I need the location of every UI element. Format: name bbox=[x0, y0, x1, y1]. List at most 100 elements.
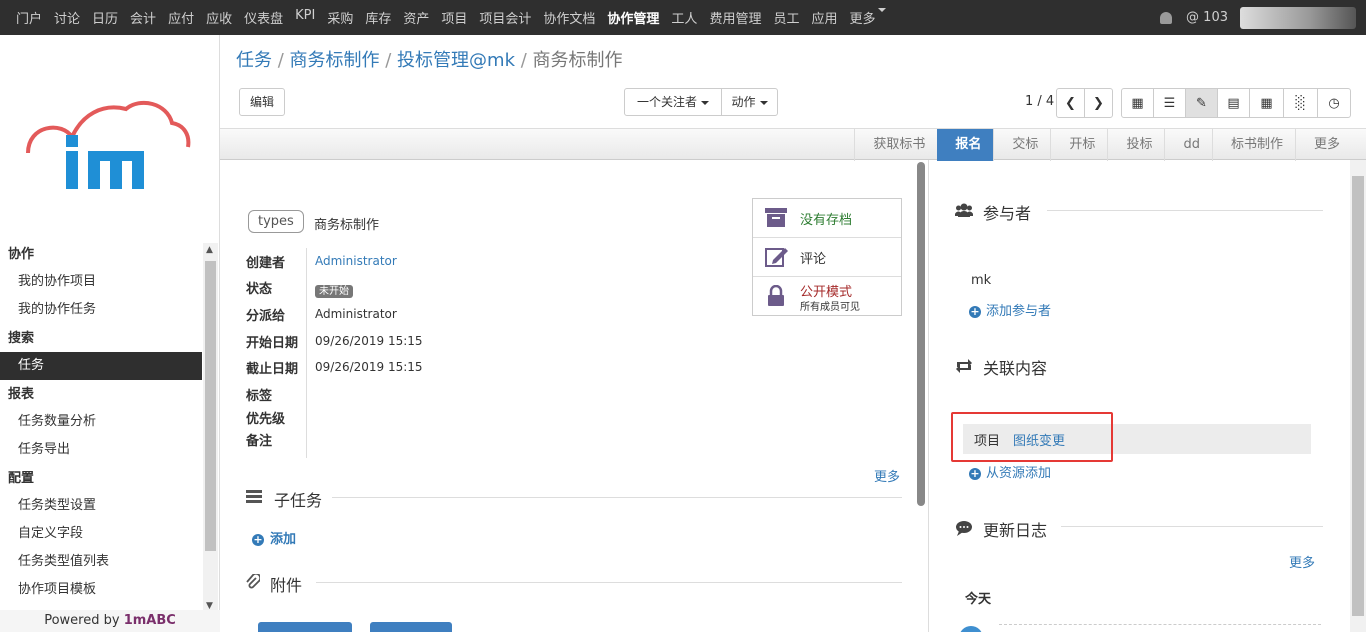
pager: 1 / 4 bbox=[1025, 94, 1055, 109]
top-menu-item[interactable]: 协作文档 bbox=[543, 8, 595, 27]
top-menu-item[interactable]: 应付 bbox=[168, 8, 194, 27]
form-view-icon[interactable]: ✎ bbox=[1185, 88, 1218, 118]
add-from-resource-link[interactable]: + 从资源添加 bbox=[969, 462, 1051, 481]
log-today-label: 今天 bbox=[965, 592, 992, 607]
more-link[interactable]: 更多 bbox=[874, 466, 900, 485]
avatar bbox=[959, 626, 983, 632]
top-menu-item[interactable]: 应用 bbox=[811, 8, 837, 27]
grid-view-icon[interactable]: ▦ bbox=[1249, 88, 1284, 118]
plus-circle-icon: + bbox=[252, 532, 264, 546]
sidebar-item[interactable]: 自定义字段 bbox=[0, 520, 202, 548]
sidebar-item[interactable]: 我的协作任务 bbox=[0, 296, 202, 324]
top-menu-item[interactable]: 会计 bbox=[130, 8, 156, 27]
breadcrumb: 任务 / 商务标制作 / 投标管理@mk / 商务标制作 bbox=[236, 50, 623, 71]
stage-list: 获取标书 报名 交标 开标 投标 dd 标书制作 更多 bbox=[854, 129, 1352, 161]
status-bar: 获取标书 报名 交标 开标 投标 dd 标书制作 更多 bbox=[220, 128, 1366, 161]
top-menu-item[interactable]: 采购 bbox=[327, 8, 353, 27]
sidebar-item[interactable]: 任务类型值列表 bbox=[0, 548, 202, 576]
comment-label: 评论 bbox=[800, 252, 827, 267]
scroll-up-icon[interactable]: ▲ bbox=[206, 245, 213, 255]
lock-icon bbox=[768, 285, 784, 306]
sidebar-item[interactable]: 我的协作项目 bbox=[0, 268, 202, 296]
top-menu-item[interactable]: 应收 bbox=[206, 8, 232, 27]
stage-item[interactable]: 更多 bbox=[1294, 129, 1352, 161]
field-value-creator[interactable]: Administrator bbox=[315, 254, 397, 268]
form-scrollbar[interactable] bbox=[916, 160, 926, 510]
archive-stat-button[interactable]: 没有存档 bbox=[753, 199, 901, 238]
add-participant-link[interactable]: + 添加参与者 bbox=[969, 300, 1051, 319]
field-label-start-date: 开始日期 bbox=[246, 336, 299, 351]
sidebar-group-title: 配置 bbox=[8, 471, 35, 486]
top-menu-item[interactable]: KPI bbox=[295, 8, 315, 27]
stage-item[interactable]: 投标 bbox=[1107, 129, 1164, 161]
upload-button[interactable] bbox=[258, 622, 352, 632]
top-menu-item[interactable]: 项目 bbox=[441, 8, 467, 27]
sidebar-item[interactable]: 任务导出 bbox=[0, 436, 202, 464]
plus-circle-icon: + bbox=[969, 304, 981, 318]
top-menu-item[interactable]: 资产 bbox=[403, 8, 429, 27]
sidebar-item[interactable]: 任务数量分析 bbox=[0, 408, 202, 436]
top-menu-item[interactable]: 协作管理 bbox=[607, 8, 659, 27]
field-value-assignee: Administrator bbox=[315, 307, 397, 321]
followers-button[interactable]: 一个关注者 bbox=[624, 88, 722, 116]
top-menu-item[interactable]: 费用管理 bbox=[709, 8, 761, 27]
chevron-left-icon[interactable]: ❮ bbox=[1056, 88, 1085, 118]
right-scrollbar[interactable] bbox=[1350, 160, 1366, 632]
stage-item[interactable]: 获取标书 bbox=[854, 129, 937, 161]
clock-view-icon[interactable]: ◷ bbox=[1317, 88, 1351, 118]
stage-item[interactable]: 交标 bbox=[993, 129, 1050, 161]
task-title: 商务标制作 bbox=[314, 218, 380, 233]
stage-item[interactable]: dd bbox=[1164, 129, 1212, 161]
top-menu-item[interactable]: 讨论 bbox=[54, 8, 80, 27]
stage-item[interactable]: 标书制作 bbox=[1211, 129, 1295, 161]
sidebar-group-title: 报表 bbox=[8, 387, 35, 402]
stage-item[interactable]: 开标 bbox=[1050, 129, 1107, 161]
powered-by-brand[interactable]: 1mABC bbox=[124, 613, 176, 628]
top-menu-item[interactable]: 项目会计 bbox=[479, 8, 531, 27]
bell-icon[interactable] bbox=[1160, 11, 1173, 24]
breadcrumb-item[interactable]: 投标管理@mk bbox=[397, 50, 515, 71]
powered-by: Powered by 1mABC bbox=[0, 610, 220, 632]
list-view-icon[interactable]: ☰ bbox=[1153, 88, 1186, 118]
edit-button[interactable]: 编辑 bbox=[239, 88, 285, 116]
upload-button-2[interactable] bbox=[370, 622, 452, 632]
sidebar-scrollbar[interactable]: ▲ ▼ bbox=[203, 243, 218, 613]
field-label-notes: 备注 bbox=[246, 434, 273, 449]
chevron-right-icon[interactable]: ❯ bbox=[1084, 88, 1113, 118]
user-menu[interactable] bbox=[1240, 6, 1356, 29]
right-scroll-thumb[interactable] bbox=[1352, 176, 1364, 616]
top-menu-item[interactable]: 工人 bbox=[671, 8, 697, 27]
kanban-view-icon[interactable]: ▦ bbox=[1121, 88, 1154, 118]
breadcrumb-item[interactable]: 任务 bbox=[236, 50, 272, 71]
calendar-view-icon[interactable]: ▤ bbox=[1217, 88, 1250, 118]
mentions-counter[interactable]: @ 103 bbox=[1186, 10, 1228, 25]
add-subtask-link[interactable]: + 添加 bbox=[252, 528, 296, 547]
sidebar-item[interactable]: 任务 bbox=[0, 352, 202, 380]
log-more-link[interactable]: 更多 bbox=[1289, 552, 1315, 571]
stage-item[interactable]: 报名 bbox=[937, 129, 994, 161]
actions-button[interactable]: 动作 bbox=[721, 88, 778, 116]
public-mode-stat-button[interactable]: 公开模式 所有成员可见 bbox=[753, 277, 901, 316]
form-scroll-thumb[interactable] bbox=[917, 162, 925, 506]
users-icon bbox=[955, 203, 973, 217]
sidebar-group-title: 协作 bbox=[8, 247, 35, 262]
logo bbox=[26, 100, 191, 189]
top-menu-item[interactable]: 库存 bbox=[365, 8, 391, 27]
caret-down-icon bbox=[759, 100, 768, 105]
sidebar-item[interactable]: 任务类型设置 bbox=[0, 492, 202, 520]
top-menu-item[interactable]: 日历 bbox=[92, 8, 118, 27]
sidebar-item[interactable]: 协作项目模板 bbox=[0, 576, 202, 604]
types-tag[interactable]: types bbox=[248, 210, 304, 233]
top-menu-item[interactable]: 员工 bbox=[773, 8, 799, 27]
top-menu-item[interactable]: 更多 bbox=[849, 8, 875, 27]
top-menu-item[interactable]: 门户 bbox=[16, 8, 42, 27]
sidebar-scroll-thumb[interactable] bbox=[205, 261, 216, 551]
edit-icon bbox=[765, 248, 788, 267]
graph-view-icon[interactable]: ░ bbox=[1283, 88, 1318, 118]
top-menu: 门户 讨论 日历 会计 应付 应收 仪表盘 KPI 采购 库存 资产 项目 项目会计 协作文档 协作管理 工人… bbox=[16, 8, 898, 27]
breadcrumb-item[interactable]: 商务标制作 bbox=[290, 50, 380, 71]
plus-circle-icon: + bbox=[969, 466, 981, 480]
field-value-deadline: 09/26/2019 15:15 bbox=[315, 360, 423, 374]
comment-stat-button[interactable]: 评论 bbox=[753, 238, 901, 277]
top-menu-item[interactable]: 仪表盘 bbox=[244, 8, 283, 27]
